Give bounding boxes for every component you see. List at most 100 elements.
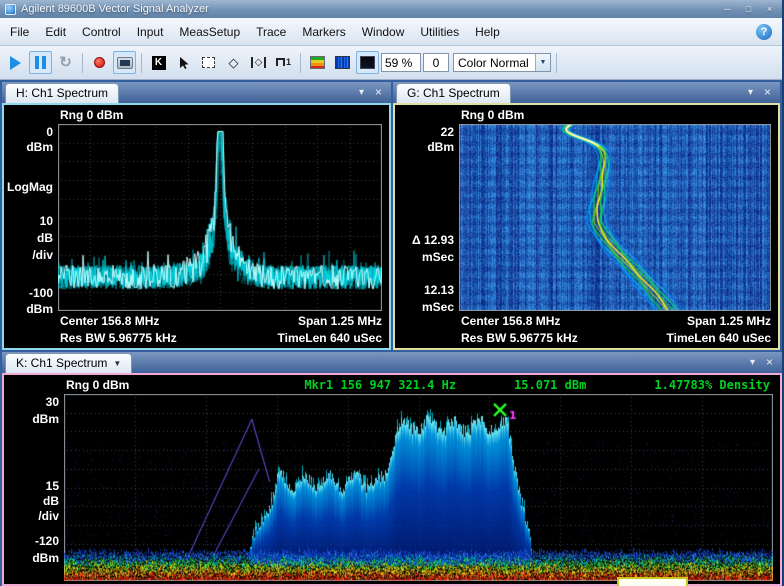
workspace: H: Ch1 Spectrum ▾ × Rng 0 dBm 0 dBm LogM…: [0, 80, 782, 586]
panel-h-footer-2: Res BW 5.96775 kHz TimeLen 640 uSec: [60, 331, 382, 346]
panel-g-footer-1: Center 156.8 MHz Span 1.25 MHz: [461, 314, 771, 329]
window-title: Agilent 89600B Vector Signal Analyzer: [21, 3, 209, 15]
panel-g-menu-caret-icon[interactable]: ▾: [748, 87, 753, 98]
window-controls: ─ □ ×: [720, 3, 777, 16]
y-label: dBm: [26, 301, 53, 316]
tab-k-label: K: Ch1 Spectrum: [16, 356, 108, 370]
y-label: /div: [32, 248, 53, 263]
maximize-button[interactable]: □: [741, 3, 756, 16]
y-label: dBm: [427, 140, 454, 155]
menu-file[interactable]: File: [2, 22, 37, 42]
chevron-down-icon[interactable]: ▼: [535, 54, 550, 71]
y-label: dBm: [26, 140, 53, 155]
menu-markers[interactable]: Markers: [294, 22, 353, 42]
color-palette-icon: [310, 56, 325, 69]
app-window: Agilent 89600B Vector Signal Analyzer ─ …: [0, 0, 784, 586]
color-scale-button[interactable]: [306, 51, 329, 74]
selection-rect-icon: [202, 57, 215, 68]
help-icon[interactable]: ?: [756, 23, 772, 40]
tab-h-label: H: Ch1 Spectrum: [16, 86, 109, 100]
app-icon: [5, 3, 16, 15]
band-marker-button[interactable]: ◇: [247, 51, 270, 74]
panel-h-range: Rng 0 dBm: [60, 107, 124, 122]
y-label: mSec: [421, 299, 454, 314]
panel-g-tabrow: G: Ch1 Spectrum ▾ ×: [393, 82, 780, 103]
y-label: LogMag: [7, 180, 53, 194]
y-label: 10: [39, 214, 53, 229]
menu-help[interactable]: Help: [467, 22, 508, 42]
band-power-icon: 1: [275, 58, 291, 67]
menu-input[interactable]: Input: [129, 22, 172, 42]
toolbar-separator: [556, 52, 557, 73]
titlebar: Agilent 89600B Vector Signal Analyzer ─ …: [0, 0, 782, 18]
panel-k-y-axis: 30 dBm 15 dB /div -120 dBm: [4, 394, 64, 584]
tab-g-ch1-spectrum[interactable]: G: Ch1 Spectrum: [396, 83, 511, 103]
pause-button[interactable]: [29, 51, 52, 74]
select-tool-button[interactable]: [172, 51, 195, 74]
panel-k-menu-caret-icon[interactable]: ▾: [750, 357, 755, 368]
layout-select-button[interactable]: K: [147, 51, 170, 74]
y-label: dB: [37, 231, 53, 246]
menu-meassetup[interactable]: MeasSetup: [171, 22, 248, 42]
panel-k-plot-row: 30 dBm 15 dB /div -120 dBm: [4, 394, 780, 584]
pause-icon: [35, 56, 46, 69]
close-button[interactable]: ×: [762, 3, 777, 16]
tab-g-label: G: Ch1 Spectrum: [407, 86, 500, 100]
panel-h-y-axis: 0 dBm LogMag 10 dB /div -100 dBm: [4, 124, 58, 316]
marker-tool-button[interactable]: ◇: [222, 51, 245, 74]
spectrogram-g-canvas[interactable]: [459, 124, 771, 311]
density-k-canvas[interactable]: [64, 394, 773, 581]
time-len-readout: TimeLen 640 uSec: [666, 331, 772, 345]
panel-h-menu-caret-icon[interactable]: ▾: [359, 87, 364, 98]
density-icon: [360, 56, 375, 69]
zoom-select-button[interactable]: [197, 51, 220, 74]
color-mode-value: Color Normal: [458, 55, 529, 70]
y-label: /div: [38, 508, 59, 523]
toolbar-separator: [82, 52, 83, 73]
y-label: 12.13: [423, 282, 454, 297]
tab-k-ch1-spectrum[interactable]: K: Ch1 Spectrum ▼: [5, 353, 133, 373]
y-label: dB: [43, 493, 59, 508]
tab-k-trace-selector-icon[interactable]: ▼: [113, 359, 121, 368]
menu-control[interactable]: Control: [74, 22, 129, 42]
center-freq-readout: Center 156.8 MHz: [60, 314, 160, 328]
density-view-button[interactable]: [356, 51, 379, 74]
band-power-marker-button[interactable]: 1: [272, 51, 295, 74]
floor-value-input[interactable]: [423, 53, 449, 72]
panel-k-close-icon[interactable]: ×: [766, 356, 773, 368]
record-icon: [94, 57, 105, 68]
panel-k-plot[interactable]: [64, 394, 773, 581]
panel-k-controls: ▾ ×: [750, 356, 782, 373]
spectrogram-view-button[interactable]: [331, 51, 354, 74]
marker-level-readout: 15.071 dBm: [514, 377, 587, 392]
menu-window[interactable]: Window: [354, 22, 413, 42]
y-label: 30: [45, 394, 59, 409]
player-button[interactable]: [113, 51, 136, 74]
tab-h-ch1-spectrum[interactable]: H: Ch1 Spectrum: [5, 83, 120, 103]
panel-h-plot-row: 0 dBm LogMag 10 dB /div -100 dBm: [4, 124, 389, 316]
record-button[interactable]: [88, 51, 111, 74]
transparency-percent-input[interactable]: [381, 53, 421, 72]
panel-g-body: Rng 0 dBm 22 dBm Δ 12.93 mSec 12.13 mSec: [393, 103, 780, 350]
panel-h-close-icon[interactable]: ×: [375, 86, 382, 98]
panel-h-controls: ▾ ×: [359, 86, 391, 103]
menu-edit[interactable]: Edit: [37, 22, 74, 42]
panel-g-close-icon[interactable]: ×: [764, 86, 771, 98]
menu-trace[interactable]: Trace: [248, 22, 294, 42]
panel-g-controls: ▾ ×: [748, 86, 780, 103]
layout-k-icon: K: [151, 55, 166, 70]
y-label: 22: [440, 124, 454, 139]
panel-g-plot[interactable]: [459, 124, 771, 311]
play-button[interactable]: [4, 51, 27, 74]
menu-utilities[interactable]: Utilities: [412, 22, 467, 42]
panel-g-y-axis: 22 dBm Δ 12.93 mSec 12.13 mSec: [395, 124, 459, 314]
marker-diamond-icon: ◇: [228, 55, 239, 70]
spectrum-h-canvas[interactable]: [58, 124, 382, 311]
panel-g-range: Rng 0 dBm: [461, 107, 525, 122]
color-mode-select[interactable]: Color Normal ▼: [453, 53, 551, 72]
restart-button[interactable]: ↻: [54, 51, 77, 74]
panel-g-range-row: Rng 0 dBm: [395, 105, 778, 124]
panel-k-range-row: Rng 0 dBm Mkr1 156 947 321.4 Hz 15.071 d…: [4, 375, 780, 394]
panel-h-plot[interactable]: [58, 124, 382, 311]
minimize-button[interactable]: ─: [720, 3, 735, 16]
